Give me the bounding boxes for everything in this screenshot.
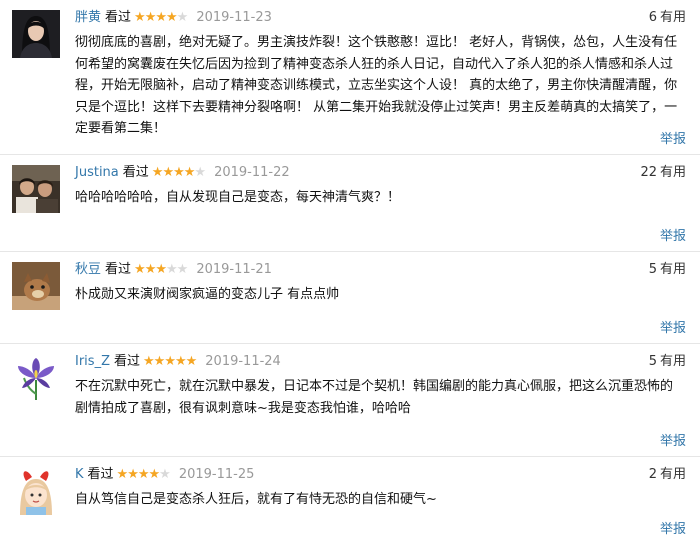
- cartoon-bow-girl-avatar: [12, 467, 60, 515]
- review-list: 胖黄 看过 ★★★★★ 2019-11-23 6 有用 彻彻底底的喜剧，绝对无疑了。男主…: [0, 0, 700, 544]
- watched-label: 看过: [87, 467, 114, 482]
- star-icon: ★: [176, 262, 189, 277]
- star-icon: ★: [144, 262, 157, 277]
- helpful-votes[interactable]: 2 有用: [649, 466, 686, 484]
- rating-stars: ★★★★★: [151, 165, 206, 180]
- avatar[interactable]: [12, 467, 60, 515]
- helpful-votes[interactable]: 6 有用: [649, 9, 686, 27]
- review-meta: K 看过 ★★★★★ 2019-11-25: [75, 466, 254, 484]
- user-name-link[interactable]: 秋豆: [75, 262, 101, 277]
- iris-flower-avatar: [12, 354, 60, 402]
- user-name-link[interactable]: Justina: [75, 165, 119, 180]
- star-icon: ★: [155, 262, 167, 277]
- review-date: 2019-11-23: [196, 10, 272, 25]
- user-name-link[interactable]: Iris_Z: [75, 354, 110, 369]
- helpful-label: 有用: [659, 354, 686, 369]
- star-icon: ★: [134, 10, 146, 25]
- user-name-link[interactable]: 胖黄: [75, 10, 101, 25]
- review-content: 自从笃信自己是变态杀人狂后，就有了有恃无恐的自信和硬气~: [75, 492, 437, 507]
- star-icon: ★: [153, 354, 166, 369]
- rating-stars: ★★★★★: [143, 354, 198, 369]
- helpful-label: 有用: [659, 262, 686, 277]
- review-item: 胖黄 看过 ★★★★★ 2019-11-23 6 有用 彻彻底底的喜剧，绝对无疑了。男主…: [0, 0, 700, 155]
- report-link[interactable]: 举报: [660, 225, 686, 244]
- watched-label: 看过: [105, 262, 132, 277]
- review-content: 朴成勋又来演财阀家疯逼的变态儿子 有点点帅: [75, 287, 340, 302]
- star-icon: ★: [194, 165, 206, 180]
- star-icon: ★: [173, 165, 185, 180]
- user-name-link[interactable]: K: [75, 467, 84, 482]
- helpful-label: 有用: [659, 165, 686, 180]
- star-icon: ★: [185, 354, 198, 369]
- review-meta: 胖黄 看过 ★★★★★ 2019-11-23: [75, 9, 272, 27]
- star-icon: ★: [148, 467, 161, 482]
- review-item: 秋豆 看过 ★★★★★ 2019-11-21 5 有用 朴成勋又来演财阀家疯逼的变态儿子…: [0, 252, 700, 344]
- star-icon: ★: [143, 354, 155, 369]
- helpful-votes[interactable]: 5 有用: [649, 353, 686, 371]
- avatar[interactable]: [12, 354, 60, 402]
- review-meta: 秋豆 看过 ★★★★★ 2019-11-21: [75, 261, 272, 279]
- watched-label: 看过: [105, 10, 132, 25]
- review-date: 2019-11-21: [196, 262, 272, 277]
- woman-long-hair-avatar: [12, 10, 60, 58]
- movie-still-avatar: [12, 165, 60, 213]
- toy-animal-avatar: [12, 262, 60, 310]
- watched-label: 看过: [113, 354, 140, 369]
- report-link[interactable]: 举报: [660, 128, 686, 147]
- star-icon: ★: [151, 165, 164, 180]
- helpful-label: 有用: [659, 467, 686, 482]
- vote-count: 22: [640, 165, 657, 180]
- review-item: Justina 看过 ★★★★★ 2019-11-22 22 有用 哈哈哈哈哈哈，自从发…: [0, 155, 700, 252]
- rating-stars: ★★★★★: [116, 467, 171, 482]
- review-item: Iris_Z 看过 ★★★★★ 2019-11-24 5 有用 不在沉默中死亡，就在沉默…: [0, 344, 700, 457]
- rating-stars: ★★★★★: [134, 10, 189, 25]
- star-icon: ★: [137, 467, 150, 482]
- review-date: 2019-11-25: [178, 467, 255, 482]
- star-icon: ★: [166, 262, 178, 277]
- review-date: 2019-11-22: [214, 165, 290, 180]
- star-icon: ★: [183, 165, 196, 180]
- avatar[interactable]: [12, 10, 60, 58]
- review-meta: Iris_Z 看过 ★★★★★ 2019-11-24: [75, 353, 281, 371]
- report-link[interactable]: 举报: [660, 317, 686, 336]
- review-date: 2019-11-24: [205, 354, 281, 369]
- star-icon: ★: [134, 262, 146, 277]
- star-icon: ★: [127, 467, 139, 482]
- star-icon: ★: [174, 354, 187, 369]
- avatar[interactable]: [12, 165, 60, 213]
- helpful-votes[interactable]: 5 有用: [649, 261, 686, 279]
- review-meta: Justina 看过 ★★★★★ 2019-11-22: [75, 164, 290, 182]
- helpful-votes[interactable]: 22 有用: [640, 164, 686, 182]
- star-icon: ★: [166, 10, 178, 25]
- avatar[interactable]: [12, 262, 60, 310]
- vote-count: 5: [648, 262, 657, 277]
- review-content: 哈哈哈哈哈哈，自从发现自己是变态，每天神清气爽？！: [75, 190, 401, 205]
- star-icon: ★: [164, 354, 176, 369]
- review-content: 彻彻底底的喜剧，绝对无疑了。男主演技炸裂！这个铁憨憨！逗比！ 老好人，背锅侠，怂…: [75, 35, 678, 136]
- star-icon: ★: [116, 467, 129, 482]
- star-icon: ★: [144, 10, 157, 25]
- rating-stars: ★★★★★: [134, 262, 189, 277]
- star-icon: ★: [159, 467, 171, 482]
- report-link[interactable]: 举报: [660, 518, 686, 537]
- star-icon: ★: [162, 165, 174, 180]
- star-icon: ★: [176, 10, 189, 25]
- star-icon: ★: [155, 10, 167, 25]
- report-link[interactable]: 举报: [660, 430, 686, 449]
- helpful-label: 有用: [659, 10, 686, 25]
- vote-count: 6: [648, 10, 657, 25]
- vote-count: 5: [648, 354, 657, 369]
- review-content: 不在沉默中死亡，就在沉默中暴发，日记本不过是个契机！韩国编剧的能力真心佩服，把这…: [75, 379, 674, 416]
- vote-count: 2: [648, 467, 657, 482]
- watched-label: 看过: [122, 165, 149, 180]
- review-item: K 看过 ★★★★★ 2019-11-25 2 有用 自从笃信自己是变态杀人狂后，就有了…: [0, 457, 700, 544]
